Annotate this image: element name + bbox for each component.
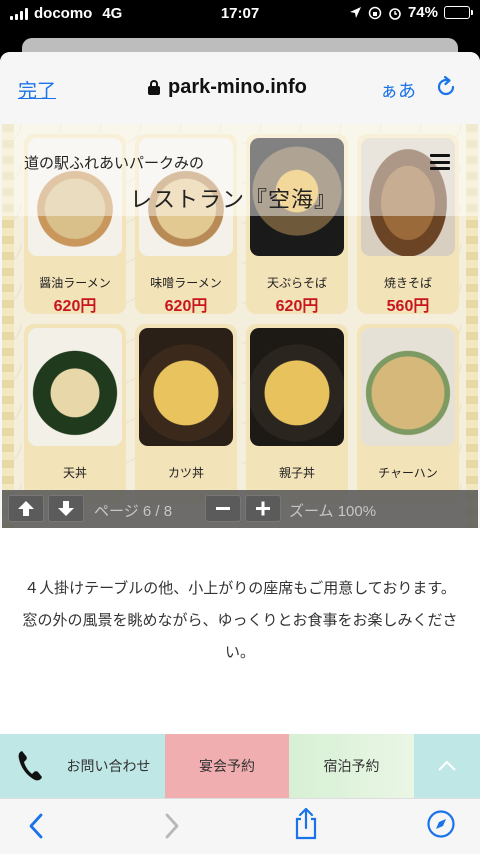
done-button[interactable]: 完了 xyxy=(18,76,56,103)
back-icon[interactable] xyxy=(24,811,48,841)
menu-item-name: チャーハン xyxy=(378,466,438,480)
contact-label: お問い合わせ xyxy=(66,759,151,775)
banquet-label: 宴会予約 xyxy=(199,759,255,775)
text-size-button[interactable]: ぁあ xyxy=(380,77,416,103)
menu-item-name: 焼きそば xyxy=(383,276,432,290)
action-bar: お問い合わせ 宴会予約 宿泊予約 xyxy=(0,734,480,798)
battery-percent: 74% xyxy=(407,4,438,21)
lock-icon xyxy=(148,80,160,95)
menu-item-card: 親子丼 xyxy=(246,324,348,504)
pdf-viewer[interactable]: 醤油ラーメン 620円 味噌ラーメン 620円 天ぷらそば 620円 焼きそば 560円天丼 カ… xyxy=(2,124,478,528)
browser-sheet: 完了 park-mino.info ぁあ 醤油ラーメン 620円 味噌ラーメン 620… xyxy=(0,52,480,854)
url-text: park-mino.info xyxy=(168,76,307,98)
menu-item-price: 620円 xyxy=(164,298,208,314)
page-indicator: ページ 6 / 8 xyxy=(94,503,173,520)
next-page-button[interactable] xyxy=(48,495,84,522)
battery-icon xyxy=(444,6,473,19)
compass-icon[interactable] xyxy=(426,809,456,839)
zoom-in-button[interactable] xyxy=(245,495,281,522)
contact-button[interactable]: お問い合わせ xyxy=(0,734,165,798)
menu-item-photo xyxy=(139,328,233,446)
menu-item-name: 親子丼 xyxy=(278,466,315,480)
browser-bottom-bar xyxy=(0,798,480,854)
menu-item-price: 560円 xyxy=(386,298,430,314)
location-icon xyxy=(349,7,361,18)
menu-item-name: カツ丼 xyxy=(167,466,204,480)
menu-item-card: チャーハン xyxy=(357,324,459,504)
hamburger-menu-icon[interactable] xyxy=(430,154,450,170)
plus-icon xyxy=(256,501,270,516)
menu-item-name: 天丼 xyxy=(62,466,87,480)
restaurant-description: ４人掛けテーブルの他、小上がりの座席もご用意しております。窓の外の風景を眺めなが… xyxy=(22,579,458,661)
menu-item-name: 醤油ラーメン xyxy=(39,276,111,290)
share-icon[interactable] xyxy=(292,807,320,841)
menu-item-price: 620円 xyxy=(275,298,319,314)
menu-item-card: 天丼 xyxy=(24,324,126,504)
menu-item-name: 味噌ラーメン xyxy=(150,276,222,290)
stay-label: 宿泊予約 xyxy=(323,759,380,775)
status-icons: 74% xyxy=(349,4,473,21)
chevron-up-icon xyxy=(438,760,456,771)
alarm-icon xyxy=(389,7,401,20)
address-bar[interactable]: park-mino.info xyxy=(148,76,307,99)
minus-icon xyxy=(216,507,230,510)
phone-icon xyxy=(18,751,42,781)
previous-page-button[interactable] xyxy=(8,495,44,522)
zoom-out-button[interactable] xyxy=(205,495,241,522)
menu-item-photo xyxy=(361,328,455,446)
scroll-to-top-button[interactable] xyxy=(414,734,480,798)
menu-item-card: カツ丼 xyxy=(135,324,237,504)
menu-item-name: 天ぷらそば xyxy=(266,276,327,290)
menu-item-photo xyxy=(250,328,344,446)
banquet-reservation-button[interactable]: 宴会予約 xyxy=(165,734,289,798)
menu-item-price: 620円 xyxy=(53,298,97,314)
browser-toolbar: 完了 park-mino.info ぁあ xyxy=(0,52,480,124)
zoom-indicator: ズーム 100% xyxy=(289,503,377,520)
page-content: ４人掛けテーブルの他、小上がりの座席もご用意しております。窓の外の風景を眺めなが… xyxy=(0,528,480,734)
orientation-lock-icon xyxy=(368,6,382,19)
pdf-subtitle: 道の駅ふれあいパークみの xyxy=(24,154,205,172)
reload-icon[interactable] xyxy=(434,75,458,99)
stay-reservation-button[interactable]: 宿泊予約 xyxy=(289,734,414,798)
arrow-up-icon xyxy=(18,501,34,516)
pdf-title: レストラン『空海』 xyxy=(130,188,338,213)
menu-item-photo xyxy=(28,328,122,446)
arrow-down-icon xyxy=(58,501,74,516)
status-bar: docomo 4G 17:07 74% xyxy=(0,0,480,28)
pdf-controls: ページ 6 / 8 ズーム 100% xyxy=(2,490,478,528)
forward-icon[interactable] xyxy=(160,811,184,841)
